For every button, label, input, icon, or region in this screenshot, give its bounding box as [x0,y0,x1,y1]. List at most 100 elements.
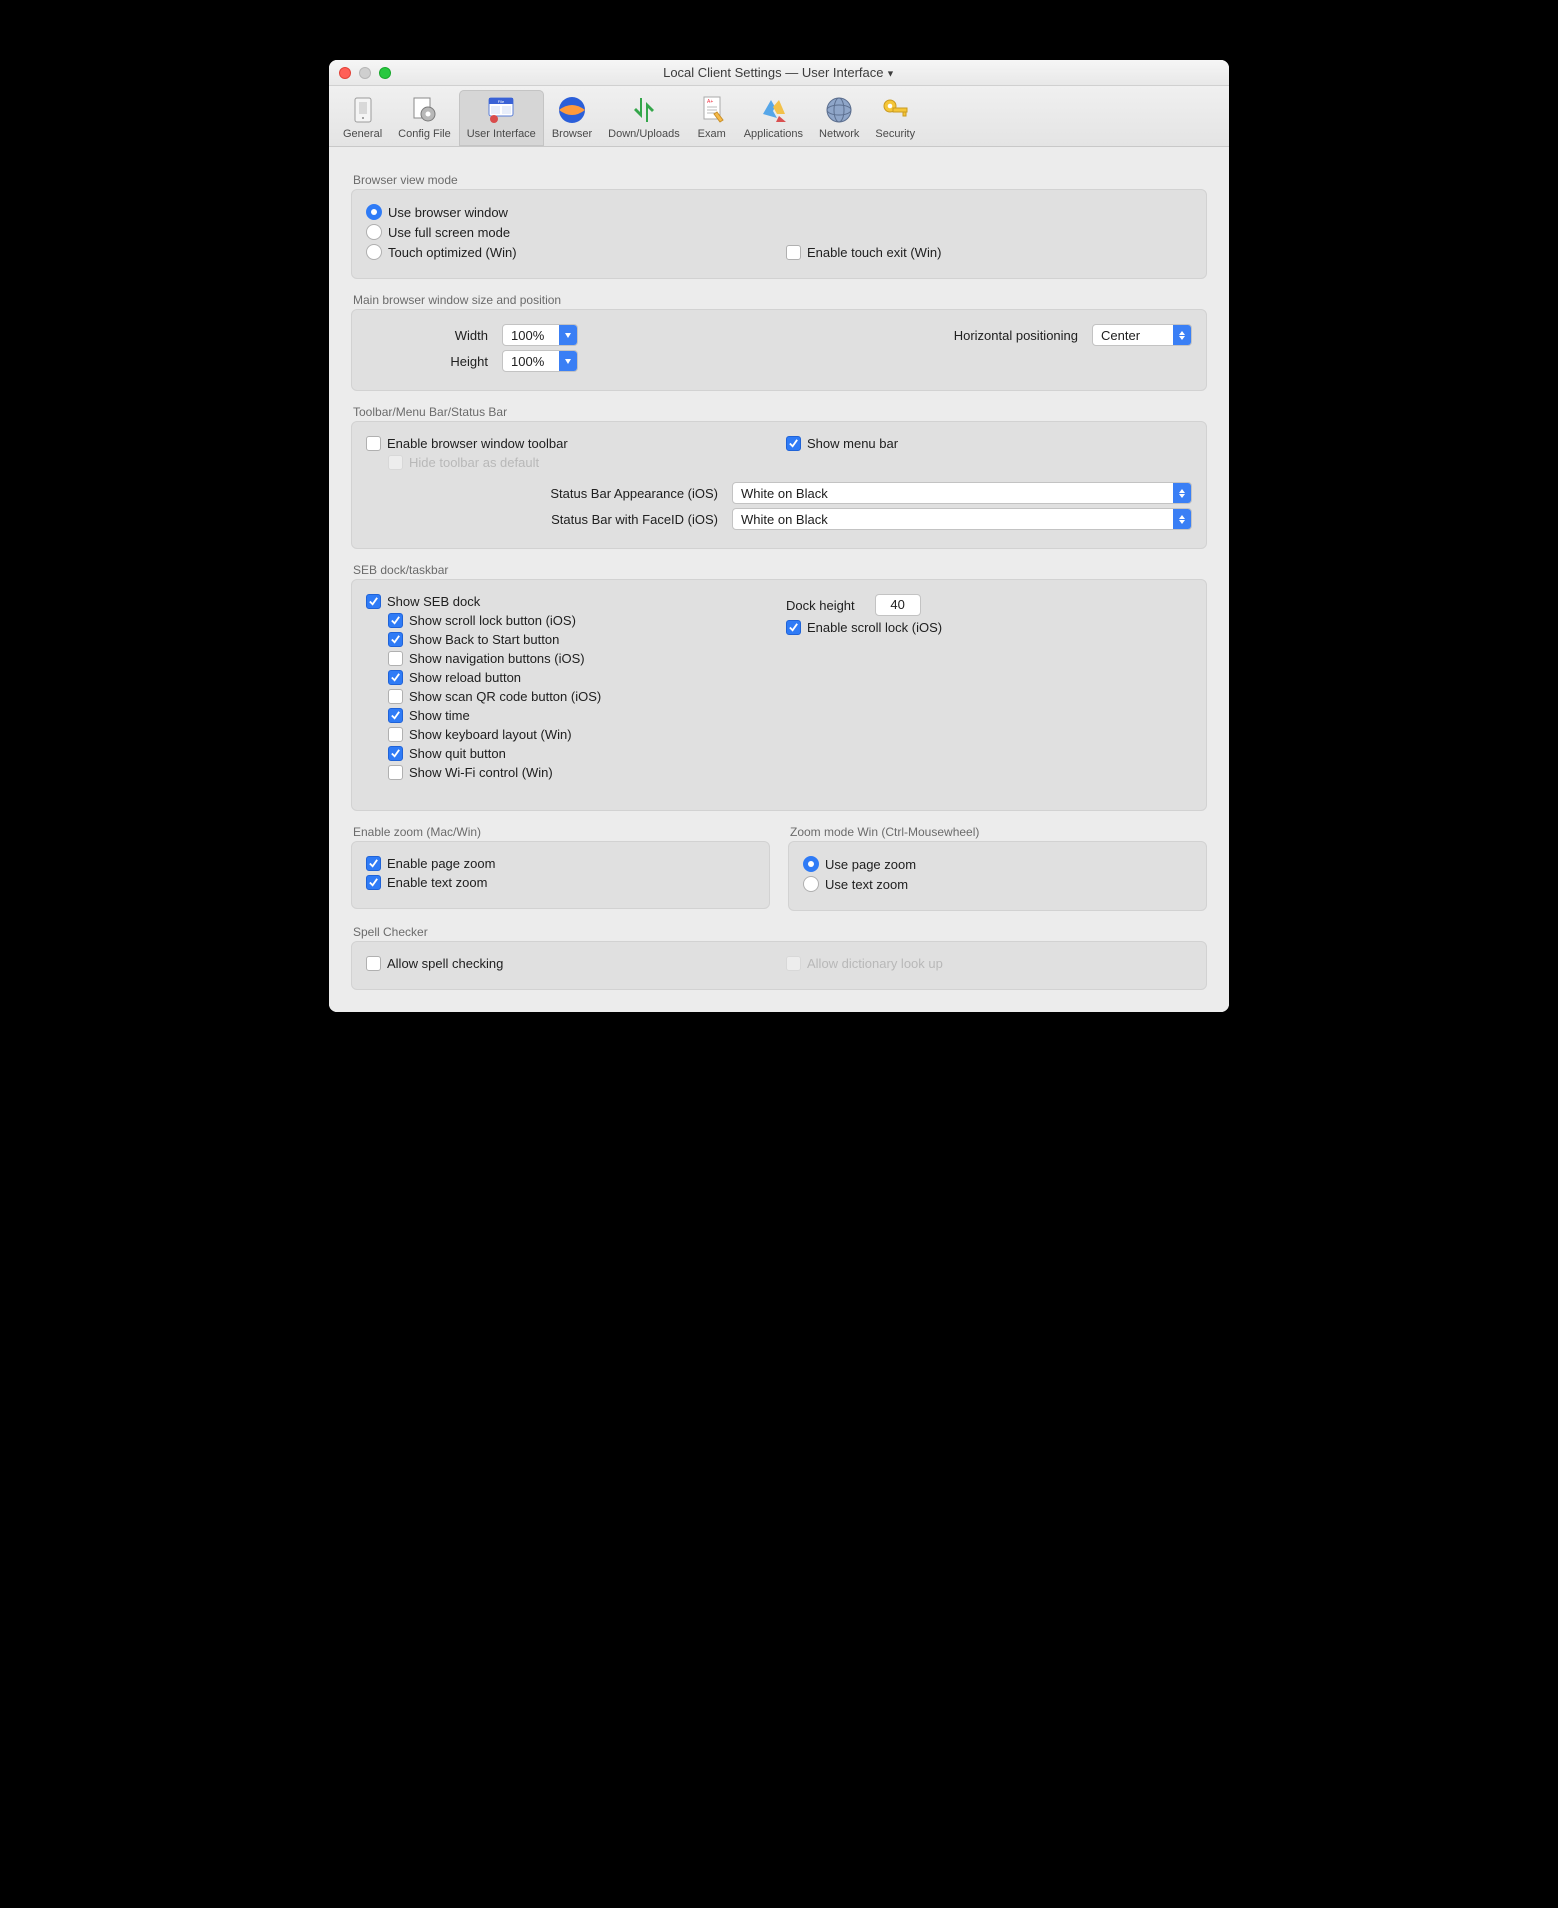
checkbox-keyboard[interactable] [388,727,403,742]
tab-applications[interactable]: Applications [736,90,811,146]
browser-icon [556,94,588,126]
label-touch-optimized: Touch optimized (Win) [388,245,517,260]
label-horizontal-positioning: Horizontal positioning [954,328,1086,343]
label-use-text-zoom: Use text zoom [825,877,908,892]
toolbar: General Config File File User Interface … [329,86,1229,147]
group-zoom: Enable page zoom Enable text zoom [351,841,770,909]
checkbox-show-seb-dock[interactable] [366,594,381,609]
tab-down-uploads[interactable]: Down/Uploads [600,90,688,146]
label-hide-toolbar: Hide toolbar as default [409,455,539,470]
tab-user-interface[interactable]: File User Interface [459,90,544,146]
checkbox-allow-spell[interactable] [366,956,381,971]
checkbox-wifi[interactable] [388,765,403,780]
label-use-browser-window: Use browser window [388,205,508,220]
radio-use-page-zoom[interactable] [803,856,819,872]
label-scroll-lock-button: Show scroll lock button (iOS) [409,613,576,628]
label-enable-touch-exit: Enable touch exit (Win) [807,245,941,260]
security-icon [879,94,911,126]
label-status-faceid: Status Bar with FaceID (iOS) [366,512,726,527]
combo-horizontal-positioning[interactable]: Center [1092,324,1192,346]
down-uploads-icon [628,94,660,126]
label-enable-text-zoom: Enable text zoom [387,875,487,890]
combo-status-ios[interactable]: White on Black [732,482,1192,504]
label-dock-height: Dock height [786,598,855,613]
label-quit: Show quit button [409,746,506,761]
checkbox-qr[interactable] [388,689,403,704]
tab-security[interactable]: Security [867,90,923,146]
input-dock-height[interactable]: 40 [875,594,921,616]
tab-config-file[interactable]: Config File [390,90,459,146]
label-width: Width [366,328,496,343]
user-interface-icon: File [485,94,517,126]
label-nav-buttons: Show navigation buttons (iOS) [409,651,585,666]
chevron-down-icon [559,351,577,371]
checkbox-enable-toolbar[interactable] [366,436,381,451]
checkbox-enable-page-zoom[interactable] [366,856,381,871]
radio-use-browser-window[interactable] [366,204,382,220]
combo-hpos-value: Center [1093,325,1173,345]
combo-status-faceid[interactable]: White on Black [732,508,1192,530]
checkbox-enable-touch-exit[interactable] [786,245,801,260]
chevron-down-icon [559,325,577,345]
label-back-to-start: Show Back to Start button [409,632,559,647]
group-spell: Allow spell checking Allow dictionary lo… [351,941,1207,990]
checkbox-enable-text-zoom[interactable] [366,875,381,890]
label-enable-toolbar: Enable browser window toolbar [387,436,568,451]
section-zoom-label: Enable zoom (Mac/Win) [353,825,770,839]
updown-icon [1173,509,1191,529]
network-icon [823,94,855,126]
zoom-icon[interactable] [379,67,391,79]
tab-exam[interactable]: A+ Exam [688,90,736,146]
checkbox-reload[interactable] [388,670,403,685]
group-window-size: Width 100% Height 100% [351,309,1207,391]
section-spell-label: Spell Checker [353,925,1207,939]
content: Browser view mode Use browser window Use… [329,147,1229,1012]
checkbox-enable-scroll-lock[interactable] [786,620,801,635]
checkbox-quit[interactable] [388,746,403,761]
updown-icon [1173,325,1191,345]
close-icon[interactable] [339,67,351,79]
combo-status-faceid-value: White on Black [733,509,1173,529]
label-use-full-screen: Use full screen mode [388,225,510,240]
tab-general[interactable]: General [335,90,390,146]
group-bars: Enable browser window toolbar Hide toolb… [351,421,1207,549]
radio-use-text-zoom[interactable] [803,876,819,892]
tab-browser[interactable]: Browser [544,90,600,146]
section-zoom-mode-label: Zoom mode Win (Ctrl-Mousewheel) [790,825,1207,839]
applications-icon [757,94,789,126]
label-height: Height [366,354,496,369]
checkbox-time[interactable] [388,708,403,723]
section-bars-label: Toolbar/Menu Bar/Status Bar [353,405,1207,419]
checkbox-nav-buttons[interactable] [388,651,403,666]
label-reload: Show reload button [409,670,521,685]
checkbox-show-menu-bar[interactable] [786,436,801,451]
label-allow-dict: Allow dictionary look up [807,956,943,971]
section-window-size-label: Main browser window size and position [353,293,1207,307]
label-enable-page-zoom: Enable page zoom [387,856,495,871]
exam-icon: A+ [696,94,728,126]
tab-network[interactable]: Network [811,90,867,146]
config-file-icon [408,94,440,126]
label-keyboard: Show keyboard layout (Win) [409,727,572,742]
label-qr: Show scan QR code button (iOS) [409,689,601,704]
combo-width[interactable]: 100% [502,324,578,346]
radio-touch-optimized[interactable] [366,244,382,260]
settings-window: Local Client Settings — User Interface ▼… [329,60,1229,1012]
svg-text:File: File [498,99,505,104]
checkbox-hide-toolbar [388,455,403,470]
label-use-page-zoom: Use page zoom [825,857,916,872]
combo-height[interactable]: 100% [502,350,578,372]
checkbox-scroll-lock-button[interactable] [388,613,403,628]
titlebar: Local Client Settings — User Interface ▼ [329,60,1229,86]
minimize-icon [359,67,371,79]
general-icon [347,94,379,126]
label-show-seb-dock: Show SEB dock [387,594,480,609]
combo-width-value: 100% [503,325,559,345]
label-allow-spell: Allow spell checking [387,956,503,971]
combo-height-value: 100% [503,351,559,371]
checkbox-back-to-start[interactable] [388,632,403,647]
combo-status-ios-value: White on Black [733,483,1173,503]
label-show-menu-bar: Show menu bar [807,436,898,451]
checkbox-allow-dict [786,956,801,971]
radio-use-full-screen[interactable] [366,224,382,240]
